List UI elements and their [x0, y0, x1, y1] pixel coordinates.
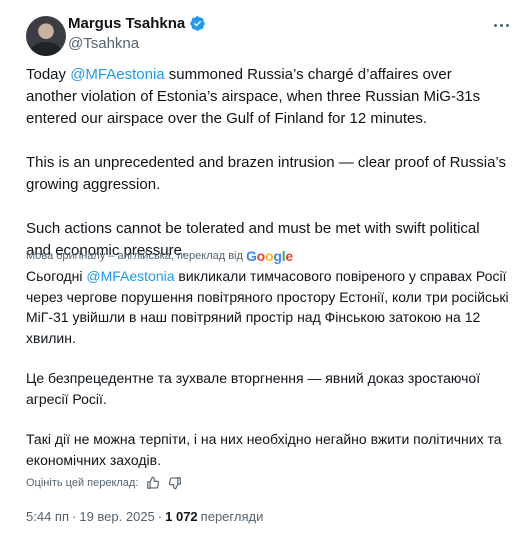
views-count: 1 072 — [165, 509, 198, 524]
thumbs-up-icon[interactable] — [146, 476, 160, 490]
tweet-text-fragment: Today — [26, 66, 71, 83]
translated-paragraph-3: Такі дії не можна терпіти, і на них необ… — [26, 431, 502, 468]
translation-note-text: Мова оригіналу – англійська, переклад ві… — [26, 250, 243, 262]
rate-translation-label: Оцініть цей переклад: — [26, 477, 139, 489]
tweet-text: Today @MFAestonia summoned Russia’s char… — [26, 64, 506, 262]
more-options-icon[interactable] — [490, 14, 512, 36]
translated-paragraph-2: Це безпрецедентне та зухвале вторгнення … — [26, 370, 481, 407]
meta-separator: · — [72, 509, 77, 524]
verified-badge-icon — [190, 16, 206, 31]
meta-separator: · — [157, 509, 163, 524]
tweet-paragraph-1: Today @MFAestonia summoned Russia’s char… — [26, 64, 506, 130]
views-label: перегляди — [200, 509, 264, 524]
tweet-date[interactable]: 19 вер. 2025 — [79, 509, 154, 524]
tweet-metadata: 5:44 пп · 19 вер. 2025 · 1 072 перегляди — [26, 509, 263, 524]
translated-paragraph-1: Сьогодні @MFAestonia викликали тимчасово… — [26, 266, 511, 348]
mention-link[interactable]: @MFAestonia — [70, 66, 164, 83]
translation-note: Мова оригіналу – англійська, переклад ві… — [26, 248, 293, 264]
avatar[interactable] — [26, 16, 66, 56]
translated-mention-link[interactable]: @MFAestonia — [86, 268, 174, 284]
translated-text-fragment: Сьогодні — [26, 268, 87, 284]
tweet-paragraph-2: This is an unprecedented and brazen intr… — [26, 154, 506, 193]
rate-translation-row: Оцініть цей переклад: — [26, 476, 182, 490]
thumbs-down-icon[interactable] — [168, 476, 182, 490]
author-name[interactable]: Margus Tsahkna — [68, 15, 185, 32]
avatar-figure — [30, 42, 62, 56]
translated-text: Сьогодні @MFAestonia викликали тимчасово… — [26, 266, 511, 470]
tweet-time[interactable]: 5:44 пп — [26, 509, 69, 524]
author-handle[interactable]: @Tsahkna — [68, 35, 139, 52]
tweet: Margus Tsahkna @Tsahkna Today @MFAestoni… — [0, 0, 530, 534]
author-name-row: Margus Tsahkna — [68, 15, 206, 32]
google-logo: Google — [245, 248, 294, 264]
